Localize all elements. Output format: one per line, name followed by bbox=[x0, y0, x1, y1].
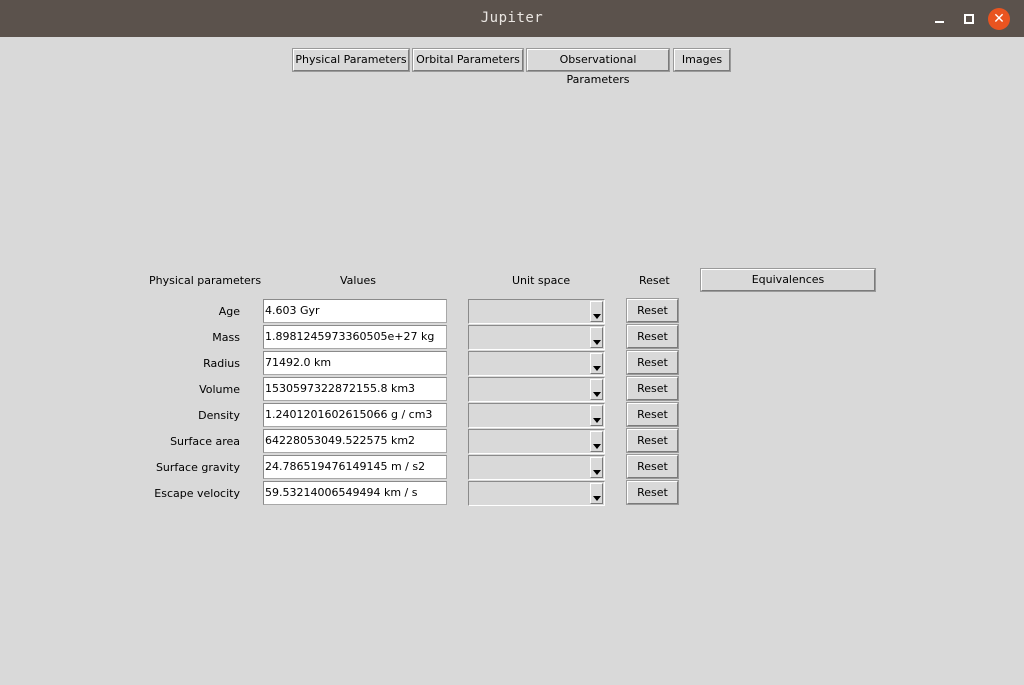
row-label-mass: Mass bbox=[212, 331, 240, 344]
unit-select-escape-velocity[interactable] bbox=[468, 481, 605, 506]
reset-button-density[interactable]: Reset bbox=[626, 402, 679, 427]
row-label-surface-area: Surface area bbox=[170, 435, 240, 448]
value-field-age[interactable]: 4.603 Gyr bbox=[263, 299, 447, 323]
reset-button-radius[interactable]: Reset bbox=[626, 350, 679, 375]
row-label-density: Density bbox=[198, 409, 240, 422]
unit-select-mass[interactable] bbox=[468, 325, 605, 350]
chevron-down-icon[interactable] bbox=[590, 431, 603, 452]
unit-select-density[interactable] bbox=[468, 403, 605, 428]
tab-physical-parameters[interactable]: Physical Parameters bbox=[292, 48, 410, 72]
tab-observational-parameters[interactable]: Observational Parameters bbox=[526, 48, 670, 86]
row-label-surface-gravity: Surface gravity bbox=[155, 461, 240, 474]
chevron-down-icon[interactable] bbox=[590, 405, 603, 426]
minimize-button[interactable] bbox=[928, 8, 950, 30]
title-bar: Jupiter ✕ bbox=[0, 0, 1024, 37]
reset-button-escape-velocity[interactable]: Reset bbox=[626, 480, 679, 505]
reset-button-volume[interactable]: Reset bbox=[626, 376, 679, 401]
value-field-mass[interactable]: 1.8981245973360505e+27 kg bbox=[263, 325, 447, 349]
row-label-age: Age bbox=[218, 305, 240, 318]
header-physical-parameters: Physical parameters bbox=[149, 274, 262, 287]
chevron-down-icon[interactable] bbox=[590, 457, 603, 478]
header-unit-space: Unit space bbox=[512, 274, 571, 287]
unit-select-surface-area[interactable] bbox=[468, 429, 605, 454]
chevron-down-icon[interactable] bbox=[590, 379, 603, 400]
reset-button-mass[interactable]: Reset bbox=[626, 324, 679, 349]
row-label-escape-velocity: Escape velocity bbox=[154, 487, 240, 500]
minimize-icon bbox=[934, 21, 944, 23]
chevron-down-icon[interactable] bbox=[590, 483, 603, 504]
reset-button-surface-area[interactable]: Reset bbox=[626, 428, 679, 453]
unit-select-volume[interactable] bbox=[468, 377, 605, 402]
close-icon: ✕ bbox=[993, 11, 1005, 27]
value-field-escape-velocity[interactable]: 59.53214006549494 km / s bbox=[263, 481, 447, 505]
unit-select-age[interactable] bbox=[468, 299, 605, 324]
tab-images[interactable]: Images bbox=[673, 48, 731, 72]
equivalences-button[interactable]: Equivalences bbox=[700, 268, 876, 292]
value-field-density[interactable]: 1.2401201602615066 g / cm3 bbox=[263, 403, 447, 427]
header-values: Values bbox=[340, 274, 376, 287]
unit-select-surface-gravity[interactable] bbox=[468, 455, 605, 480]
window-title: Jupiter bbox=[480, 10, 544, 26]
value-field-surface-gravity[interactable]: 24.786519476149145 m / s2 bbox=[263, 455, 447, 479]
maximize-button[interactable] bbox=[958, 8, 980, 30]
unit-select-radius[interactable] bbox=[468, 351, 605, 376]
chevron-down-icon[interactable] bbox=[590, 327, 603, 348]
row-label-radius: Radius bbox=[203, 357, 240, 370]
value-field-radius[interactable]: 71492.0 km bbox=[263, 351, 447, 375]
close-button[interactable]: ✕ bbox=[988, 8, 1010, 30]
maximize-icon bbox=[964, 14, 974, 24]
reset-button-surface-gravity[interactable]: Reset bbox=[626, 454, 679, 479]
chevron-down-icon[interactable] bbox=[590, 301, 603, 322]
value-field-volume[interactable]: 1530597322872155.8 km3 bbox=[263, 377, 447, 401]
header-reset: Reset bbox=[639, 274, 670, 287]
chevron-down-icon[interactable] bbox=[590, 353, 603, 374]
reset-button-age[interactable]: Reset bbox=[626, 298, 679, 323]
tab-orbital-parameters[interactable]: Orbital Parameters bbox=[412, 48, 524, 72]
value-field-surface-area[interactable]: 64228053049.522575 km2 bbox=[263, 429, 447, 453]
row-label-volume: Volume bbox=[199, 383, 240, 396]
